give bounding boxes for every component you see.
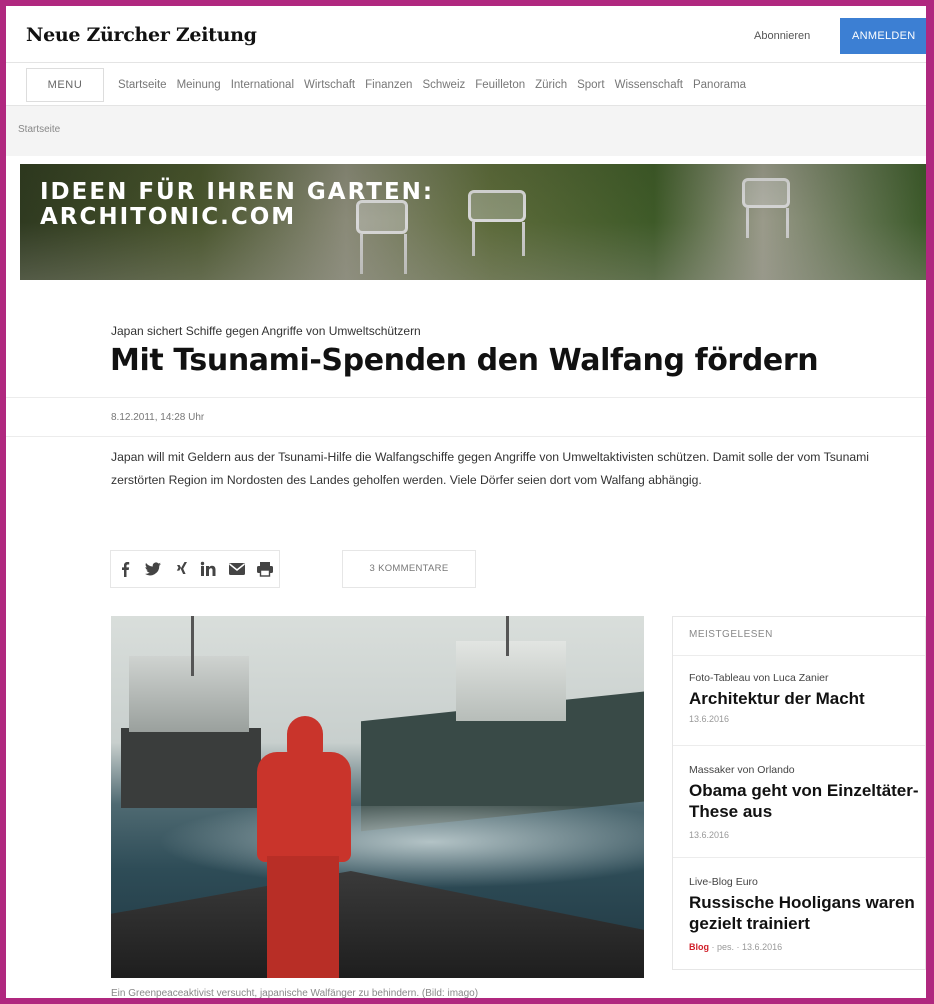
nav-item-sport[interactable]: Sport bbox=[577, 79, 605, 91]
breadcrumb-bar: Startseite bbox=[6, 106, 926, 156]
ship-mast bbox=[191, 616, 194, 676]
activist-jacket bbox=[257, 752, 351, 862]
nav-items: Startseite Meinung International Wirtsch… bbox=[118, 63, 756, 107]
article-date: 8.12.2011, 14:28 Uhr bbox=[111, 412, 205, 423]
banner-line-2: ARCHITONIC.COM bbox=[40, 204, 297, 230]
nav-item-schweiz[interactable]: Schweiz bbox=[422, 79, 465, 91]
print-icon[interactable] bbox=[251, 551, 279, 587]
most-read-headline[interactable]: Obama geht von Einzeltäter-These aus bbox=[689, 780, 926, 822]
article-lead: Japan will mit Geldern aus der Tsunami-H… bbox=[111, 450, 870, 487]
nav-item-startseite[interactable]: Startseite bbox=[118, 79, 167, 91]
most-read-item[interactable]: Live-Blog Euro Russische Hooligans waren… bbox=[673, 857, 925, 969]
nav-item-panorama[interactable]: Panorama bbox=[693, 79, 746, 91]
nav-item-meinung[interactable]: Meinung bbox=[177, 79, 221, 91]
main-nav: MENU Startseite Meinung International Wi… bbox=[6, 62, 926, 106]
article-headline: Mit Tsunami-Spenden den Walfang fördern bbox=[110, 343, 819, 378]
breadcrumb[interactable]: Startseite bbox=[18, 124, 60, 135]
twitter-icon[interactable] bbox=[139, 551, 167, 587]
nav-item-feuilleton[interactable]: Feuilleton bbox=[475, 79, 525, 91]
whaling-ship-left bbox=[121, 728, 261, 808]
site-header: Neue Zürcher Zeitung Abonnieren ANMELDEN bbox=[6, 6, 926, 62]
most-read-title: MEISTGELESEN bbox=[689, 629, 773, 640]
ship-superstructure bbox=[129, 656, 249, 732]
blog-badge: Blog bbox=[689, 942, 709, 952]
nav-item-wissenschaft[interactable]: Wissenschaft bbox=[615, 79, 683, 91]
nav-item-wirtschaft[interactable]: Wirtschaft bbox=[304, 79, 355, 91]
date-bar: 8.12.2011, 14:28 Uhr bbox=[6, 397, 926, 437]
mail-icon[interactable] bbox=[223, 551, 251, 587]
ship-mast bbox=[506, 616, 509, 656]
most-read-date: 13.6.2016 bbox=[742, 942, 783, 952]
login-button[interactable]: ANMELDEN bbox=[840, 18, 926, 54]
activist-legs bbox=[267, 856, 339, 978]
nav-item-finanzen[interactable]: Finanzen bbox=[365, 79, 412, 91]
subscribe-link[interactable]: Abonnieren bbox=[754, 30, 810, 42]
menu-button[interactable]: MENU bbox=[26, 68, 104, 102]
most-read-headline[interactable]: Architektur der Macht bbox=[689, 688, 926, 709]
most-read-headline[interactable]: Russische Hooligans waren gezielt traini… bbox=[689, 892, 926, 934]
most-read-author: pes. bbox=[717, 942, 735, 952]
article-kicker: Japan sichert Schiffe gegen Angriffe von… bbox=[111, 324, 421, 338]
browser-frame: Neue Zürcher Zeitung Abonnieren ANMELDEN… bbox=[0, 0, 934, 1004]
most-read-meta: Blog · pes. · 13.6.2016 bbox=[689, 942, 782, 952]
most-read-kicker: Massaker von Orlando bbox=[689, 764, 795, 776]
ship-superstructure bbox=[456, 641, 566, 721]
photo-caption: Ein Greenpeaceaktivist versucht, japanis… bbox=[111, 988, 479, 999]
most-read-box: MEISTGELESEN Foto-Tableau von Luca Zanie… bbox=[672, 616, 926, 970]
most-read-kicker: Live-Blog Euro bbox=[689, 876, 758, 888]
comments-button[interactable]: 3 KOMMENTARE bbox=[342, 550, 476, 588]
banner-ad[interactable]: IDEEN FÜR IHREN GARTEN: ARCHITONIC.COM bbox=[20, 164, 926, 280]
scroll-to-top-button[interactable] bbox=[766, 998, 800, 1004]
article-photo[interactable] bbox=[111, 616, 644, 978]
banner-text: IDEEN FÜR IHREN GARTEN: ARCHITONIC.COM bbox=[40, 180, 434, 230]
share-bar bbox=[110, 550, 280, 588]
most-read-date: 13.6.2016 bbox=[689, 714, 730, 724]
nav-item-zuerich[interactable]: Zürich bbox=[535, 79, 567, 91]
site-logo[interactable]: Neue Zürcher Zeitung bbox=[26, 24, 257, 46]
most-read-item[interactable]: Foto-Tableau von Luca Zanier Architektur… bbox=[673, 655, 925, 745]
nav-item-international[interactable]: International bbox=[231, 79, 294, 91]
most-read-date: 13.6.2016 bbox=[689, 830, 730, 840]
activist-figure bbox=[249, 716, 359, 978]
most-read-item[interactable]: Massaker von Orlando Obama geht von Einz… bbox=[673, 745, 925, 857]
facebook-icon[interactable] bbox=[111, 551, 139, 587]
xing-icon[interactable] bbox=[167, 551, 195, 587]
linkedin-icon[interactable] bbox=[195, 551, 223, 587]
most-read-kicker: Foto-Tableau von Luca Zanier bbox=[689, 672, 829, 684]
banner-line-1: IDEEN FÜR IHREN GARTEN: bbox=[40, 179, 435, 205]
